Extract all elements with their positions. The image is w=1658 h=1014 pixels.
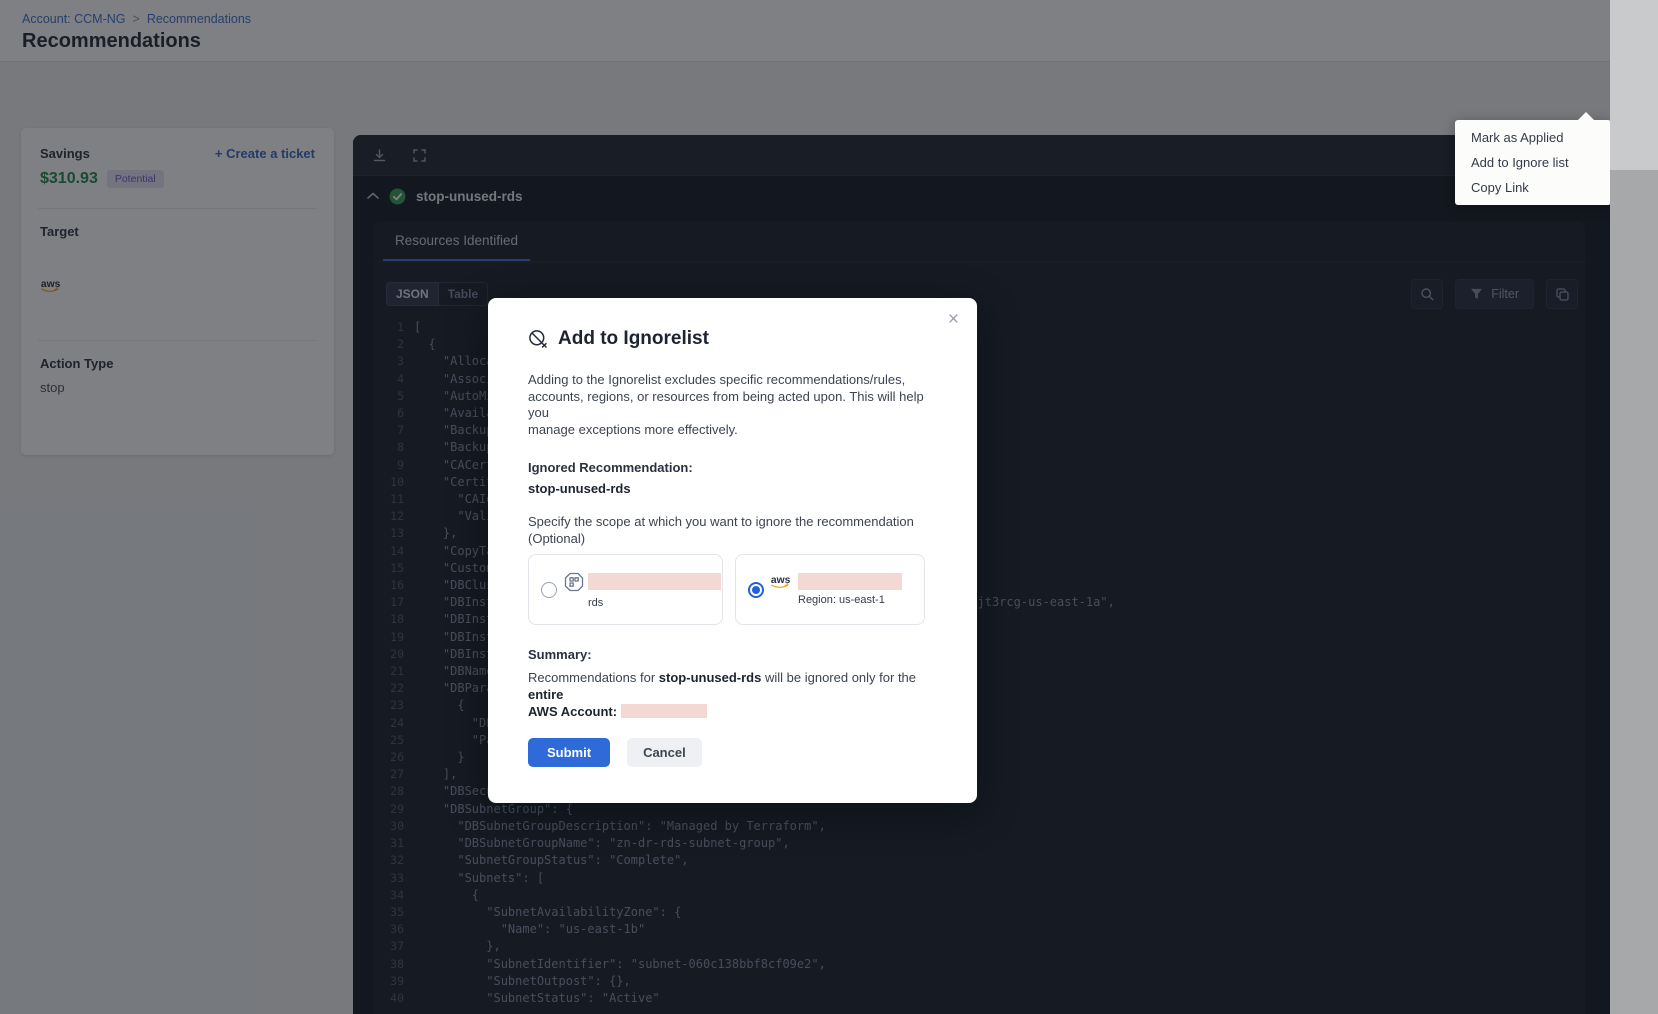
add-to-ignorelist-modal: × Add to Ignorelist Adding to the Ignore…: [488, 298, 977, 803]
kebab-dropdown-menu: Mark as Applied Add to Ignore list Copy …: [1455, 120, 1610, 205]
cancel-button[interactable]: Cancel: [627, 738, 702, 767]
modal-title: Add to Ignorelist: [558, 328, 709, 350]
submit-button[interactable]: Submit: [528, 738, 610, 767]
ignored-recommendation-label: Ignored Recommendation:: [528, 460, 937, 475]
menu-item-mark-as-applied[interactable]: Mark as Applied: [1455, 125, 1610, 150]
redacted-resource-name: [588, 573, 721, 590]
scope-option-label: Region: us-east-1: [798, 594, 902, 606]
radio-selected[interactable]: [748, 582, 764, 598]
summary-part: will be ignored only for the: [765, 670, 916, 685]
description-line: manage exceptions more effectively.: [528, 422, 937, 439]
radio-unselected[interactable]: [541, 582, 557, 598]
modal-description: Adding to the Ignorelist excludes specif…: [528, 372, 937, 438]
rds-service-icon: [563, 571, 585, 593]
menu-item-copy-link[interactable]: Copy Link: [1455, 175, 1610, 200]
summary-text: Recommendations for stop-unused-rds will…: [528, 669, 937, 720]
scope-label: Specify the scope at which you want to i…: [528, 514, 937, 547]
summary-label: Summary:: [528, 647, 937, 662]
scope-option-label: rds: [588, 597, 721, 609]
scope-label-line: (Optional): [528, 531, 937, 548]
description-line: Adding to the Ignorelist excludes specif…: [528, 372, 937, 389]
scope-option-aws-account[interactable]: aws Region: us-east-1: [735, 554, 925, 625]
redacted-account-id: [798, 573, 902, 590]
ignore-icon: [528, 329, 548, 349]
close-icon[interactable]: ×: [948, 310, 959, 329]
aws-logo: aws: [770, 573, 795, 590]
app-window: Account: CCM-NG > Recommendations Recomm…: [0, 0, 1610, 1014]
window-right-gutter: [1610, 0, 1658, 1014]
description-line: accounts, regions, or resources from bei…: [528, 389, 937, 422]
summary-part: AWS Account:: [528, 704, 617, 719]
summary-part: Recommendations for: [528, 670, 655, 685]
summary-recommendation-name: stop-unused-rds: [659, 670, 762, 685]
redacted-account-id: [621, 704, 707, 718]
ignored-recommendation-value: stop-unused-rds: [528, 481, 937, 496]
menu-item-add-to-ignore-list[interactable]: Add to Ignore list: [1455, 150, 1610, 175]
summary-part: entire: [528, 687, 563, 702]
scope-option-resource[interactable]: rds: [528, 554, 723, 625]
scope-label-line: Specify the scope at which you want to i…: [528, 514, 937, 531]
